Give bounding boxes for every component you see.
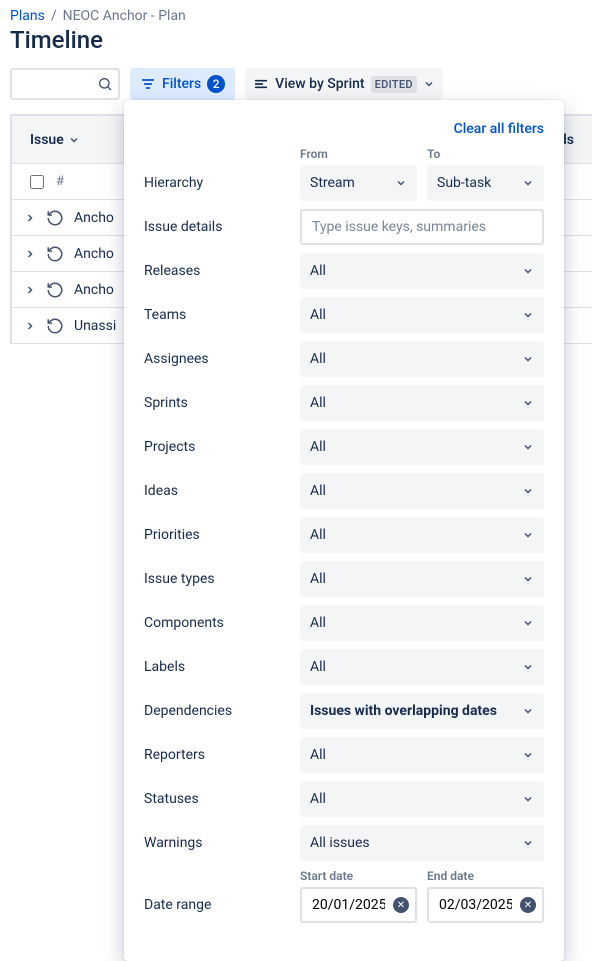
filters-count-badge: 2 xyxy=(207,75,225,93)
filter-select-dependencies[interactable]: Issues with overlapping dates xyxy=(300,693,544,729)
chevron-down-icon xyxy=(522,573,534,585)
filter-select-warnings[interactable]: All issues xyxy=(300,825,544,861)
issue-details-label: Issue details xyxy=(144,219,300,235)
expand-icon[interactable] xyxy=(24,318,36,334)
chevron-down-icon xyxy=(423,78,435,90)
issue-label: Unassi xyxy=(74,318,116,334)
filter-field-label: Priorities xyxy=(144,527,300,543)
filter-field-label: Statuses xyxy=(144,791,300,807)
number-header: # xyxy=(56,174,64,189)
filter-select-teams[interactable]: All xyxy=(300,297,544,333)
expand-icon[interactable] xyxy=(24,282,36,298)
page-title: Timeline xyxy=(0,26,592,68)
filter-field-label: Teams xyxy=(144,307,300,323)
filter-select-ideas[interactable]: All xyxy=(300,473,544,509)
filters-button[interactable]: Filters 2 xyxy=(130,68,235,100)
chevron-down-icon xyxy=(522,705,534,717)
issue-type-icon xyxy=(46,281,64,299)
chevron-down-icon xyxy=(522,529,534,541)
chevron-down-icon xyxy=(522,749,534,761)
filter-field-label: Releases xyxy=(144,263,300,279)
view-label: View by Sprint xyxy=(275,76,364,92)
chevron-down-icon xyxy=(522,265,534,277)
select-all-checkbox[interactable] xyxy=(30,175,44,189)
chevron-down-icon xyxy=(68,134,80,146)
chevron-down-icon xyxy=(522,793,534,805)
filters-label: Filters xyxy=(162,76,201,92)
chevron-down-icon xyxy=(522,397,534,409)
filter-select-statuses[interactable]: All xyxy=(300,781,544,817)
filter-field-label: Labels xyxy=(144,659,300,675)
expand-icon[interactable] xyxy=(24,210,36,226)
hierarchy-to-select[interactable]: Sub-task xyxy=(427,165,544,201)
filter-field-label: Issue types xyxy=(144,571,300,587)
issue-label: Ancho xyxy=(74,210,114,226)
chevron-down-icon xyxy=(522,485,534,497)
issue-column-header[interactable]: Issue xyxy=(12,132,98,148)
edited-tag: EDITED xyxy=(371,76,417,93)
chevron-down-icon xyxy=(522,837,534,849)
filter-select-priorities[interactable]: All xyxy=(300,517,544,553)
filter-select-components[interactable]: All xyxy=(300,605,544,641)
clear-all-filters-link[interactable]: Clear all filters xyxy=(454,121,544,137)
chevron-down-icon xyxy=(522,309,534,321)
issue-label: Ancho xyxy=(74,282,114,298)
hierarchy-from-select[interactable]: Stream xyxy=(300,165,417,201)
filter-select-issue-types[interactable]: All xyxy=(300,561,544,597)
filter-icon xyxy=(140,76,156,92)
search-icon xyxy=(97,76,113,92)
chevron-down-icon xyxy=(522,353,534,365)
filter-select-assignees[interactable]: All xyxy=(300,341,544,377)
filter-select-reporters[interactable]: All xyxy=(300,737,544,773)
issue-type-icon xyxy=(46,245,64,263)
filter-field-label: Reporters xyxy=(144,747,300,763)
filter-panel: Clear all filters From To Hierarchy Stre… xyxy=(124,100,564,961)
breadcrumb-current: NEOC Anchor - Plan xyxy=(63,8,186,24)
expand-icon[interactable] xyxy=(24,246,36,262)
filter-field-label: Assignees xyxy=(144,351,300,367)
chevron-down-icon xyxy=(395,177,407,189)
issue-label: Ancho xyxy=(74,246,114,262)
issue-type-icon xyxy=(46,209,64,227)
search-input[interactable] xyxy=(10,68,120,100)
chevron-down-icon xyxy=(522,661,534,673)
view-by-button[interactable]: View by Sprint EDITED xyxy=(245,68,443,100)
filter-field-label: Ideas xyxy=(144,483,300,499)
chevron-down-icon xyxy=(522,617,534,629)
filter-select-releases[interactable]: All xyxy=(300,253,544,289)
from-label: From xyxy=(300,147,417,161)
filter-field-label: Dependencies xyxy=(144,703,300,719)
filter-field-label: Warnings xyxy=(144,835,300,851)
breadcrumb-sep: / xyxy=(51,8,57,24)
filter-select-sprints[interactable]: All xyxy=(300,385,544,421)
filter-select-labels[interactable]: All xyxy=(300,649,544,685)
filter-field-label: Components xyxy=(144,615,300,631)
chevron-down-icon xyxy=(522,177,534,189)
filter-field-label: Projects xyxy=(144,439,300,455)
issue-type-icon xyxy=(46,317,64,335)
to-label: To xyxy=(427,147,544,161)
list-icon xyxy=(253,76,269,92)
date-range-label: Date range xyxy=(144,897,300,913)
start-date-label: Start date xyxy=(300,869,417,883)
breadcrumb-parent[interactable]: Plans xyxy=(10,8,45,24)
filter-select-projects[interactable]: All xyxy=(300,429,544,465)
filter-field-label: Sprints xyxy=(144,395,300,411)
breadcrumb: Plans / NEOC Anchor - Plan xyxy=(0,0,592,26)
clear-end-date-icon[interactable]: ✕ xyxy=(520,897,536,913)
chevron-down-icon xyxy=(522,441,534,453)
hierarchy-label: Hierarchy xyxy=(144,175,300,191)
end-date-label: End date xyxy=(427,869,544,883)
clear-start-date-icon[interactable]: ✕ xyxy=(393,897,409,913)
issue-details-input[interactable] xyxy=(300,209,544,245)
